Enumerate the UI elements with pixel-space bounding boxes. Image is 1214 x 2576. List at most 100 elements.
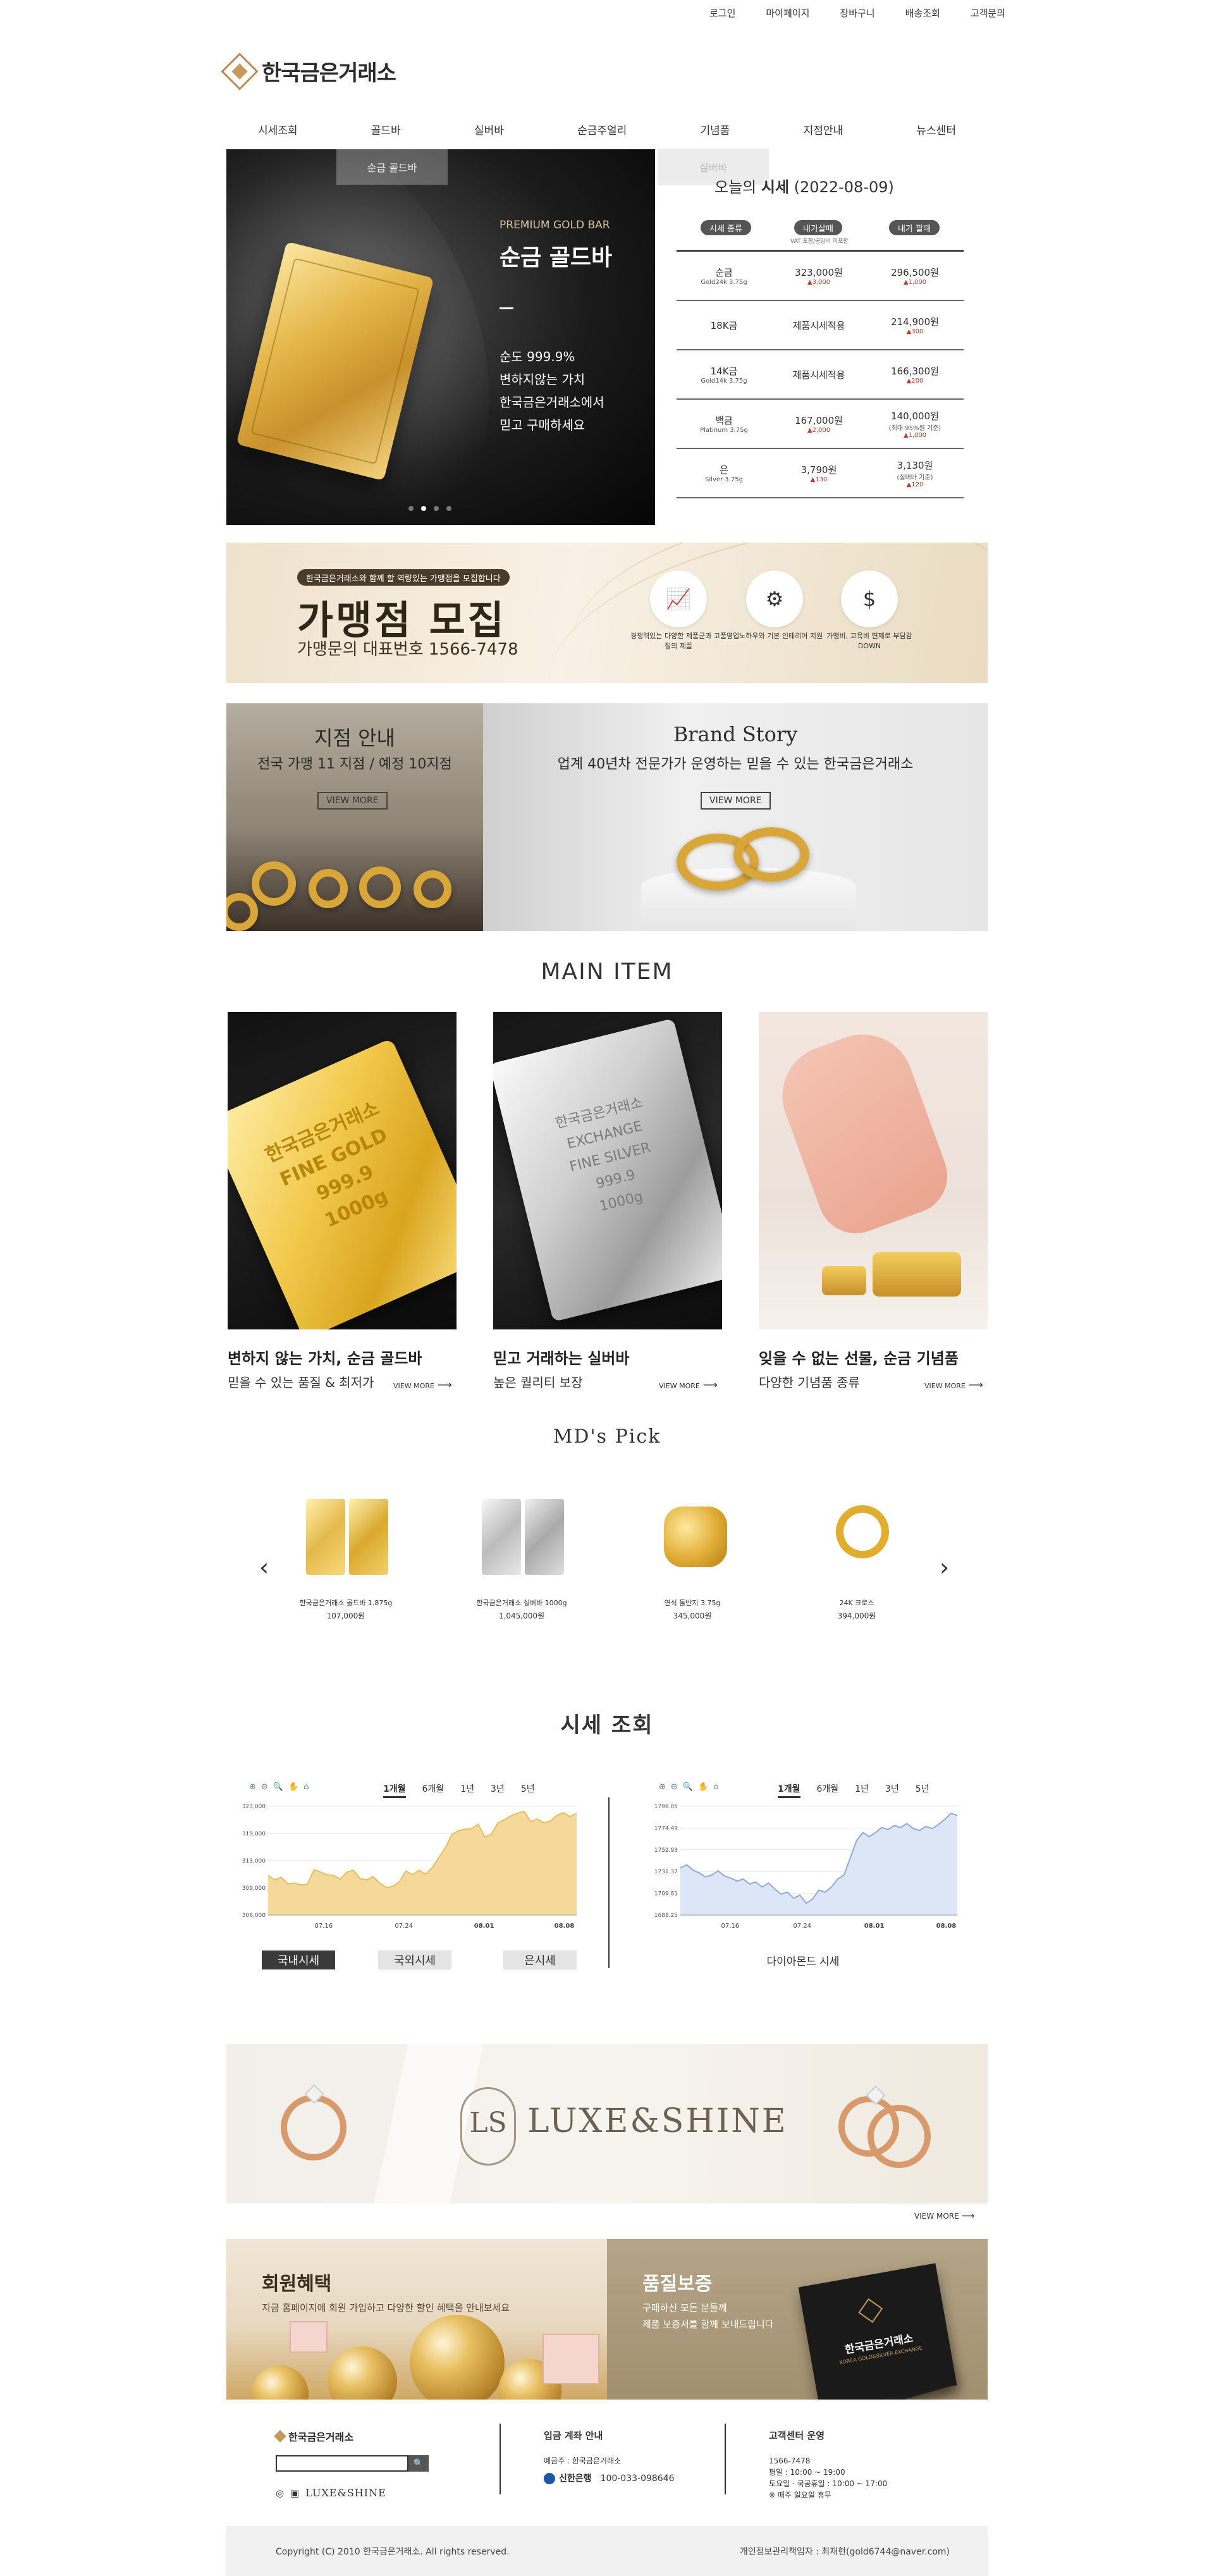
luxe-shine-banner[interactable]: LS LUXE&SHINE [226, 2044, 988, 2203]
guarantee-title: 품질보증 [642, 2273, 713, 2295]
nav-souvenir[interactable]: 기념품 [700, 121, 730, 137]
footer-social: ◎ ▣ LUXE&SHINE [276, 2487, 386, 2499]
instagram-icon[interactable]: ◎ [276, 2487, 284, 2499]
md-next-arrow[interactable]: › [940, 1553, 949, 1581]
main-item-more-2[interactable]: VIEW MORE [659, 1379, 718, 1391]
delivery-link[interactable]: 배송조회 [905, 6, 940, 20]
hero-dot[interactable] [446, 506, 451, 511]
home-icon[interactable]: ⌂ [713, 1782, 718, 1792]
footer-bottom-bar: Copyright (C) 2010 한국금은거래소. All rights r… [226, 2526, 988, 2576]
diamond-price-chart: 1796.05 1774.49 1752.93 1731.37 1709.81 1688.… [654, 1804, 958, 1930]
franchise-banner[interactable]: 한국금은거래소와 함께 할 역량있는 가맹점을 모집합니다 가맹점 모집 가맹문… [226, 543, 988, 683]
period-3y[interactable]: 3년 [491, 1782, 505, 1798]
y-tick-label: 306,000 [242, 1913, 266, 1919]
gold-ornament-image [328, 2346, 397, 2400]
price-row-18k: 18K금 제품시세적용 214,900원 ▲300 [677, 301, 964, 350]
silver-price-button[interactable]: 은시세 [503, 1950, 577, 1969]
hero-dot-active[interactable] [421, 506, 426, 511]
luxe-view-more-link[interactable]: VIEW MORE [914, 2211, 974, 2221]
zoom-in-icon[interactable]: ⊕ [659, 1782, 666, 1792]
mypage-link[interactable]: 마이페이지 [766, 6, 809, 20]
logo-diamond-icon [274, 2430, 286, 2443]
domestic-price-button[interactable]: 국내시세 [262, 1950, 335, 1969]
search-icon[interactable]: 🔍 [273, 1782, 283, 1792]
brand-view-more-button[interactable]: VIEW MORE [701, 792, 771, 810]
member-benefit-banner[interactable]: 회원혜택 지금 홈페이지에 회원 가입하고 다양한 할인 혜택을 안내보세요 [226, 2239, 607, 2400]
gold-ring-image [873, 1252, 961, 1297]
quality-guarantee-banner[interactable]: 품질보증 구매하신 모든 분들께 제품 보증서를 함께 보내드립니다 한국금은거… [607, 2239, 988, 2400]
main-item-goldbar-image[interactable]: 한국금은거래소 FINE GOLD 999.9 1000g [228, 1012, 457, 1329]
hero-title: 순금 골드바 [500, 245, 613, 271]
md-item-card[interactable]: 한국금은거래소 골드바 1.875g 107,000원 [286, 1493, 406, 1621]
period-1y[interactable]: 1년 [855, 1782, 869, 1798]
nav-silverbar[interactable]: 실버바 [474, 121, 504, 137]
main-item-sub-1: 믿을 수 있는 품질 & 최저가 [228, 1375, 374, 1390]
y-tick-label: 1709.81 [654, 1891, 678, 1897]
footer-search-input[interactable] [276, 2455, 408, 2472]
brand-story-panel[interactable]: Brand Story 업계 40년차 전문가가 운영하는 믿을 수 있는 한국… [483, 703, 988, 931]
overseas-price-button[interactable]: 국외시세 [378, 1950, 451, 1969]
store-info-panel[interactable]: 지점 안내 전국 가맹 11 지점 / 예정 10지점 VIEW MORE [226, 703, 483, 931]
hero-dot[interactable] [434, 506, 439, 511]
y-tick-label: 323,000 [242, 1804, 266, 1810]
y-tick-label: 1752.93 [654, 1847, 678, 1854]
inquiry-link[interactable]: 고객문의 [971, 6, 1005, 20]
main-item-sub-3: 다양한 기념품 종류 [759, 1375, 860, 1390]
main-item-more-1[interactable]: VIEW MORE [393, 1379, 452, 1391]
zoom-out-icon[interactable]: ⊖ [261, 1782, 268, 1792]
gift-box-image [543, 2334, 599, 2384]
hero-description: 순도 999.9% 변하지않는 가치 한국금은거래소에서 믿고 구매하세요 [500, 349, 604, 433]
pan-icon[interactable]: ✋ [288, 1782, 298, 1792]
nav-jewelry[interactable]: 순금주얼리 [577, 121, 627, 137]
footer-search-button[interactable]: 🔍 [408, 2455, 429, 2472]
zoom-in-icon[interactable]: ⊕ [249, 1782, 256, 1792]
search-icon[interactable]: 🔍 [683, 1782, 693, 1792]
md-item-card[interactable]: 연식 돌반지 3.75g 345,000원 [632, 1493, 752, 1621]
md-item-card[interactable]: 한국금은거래소 실버바 1000g 1,045,000원 [462, 1493, 582, 1621]
main-item-souvenir-image[interactable] [759, 1012, 988, 1329]
privacy-officer: 개인정보관리책임자 : 최재현(gold6744@naver.com) [739, 2547, 950, 2557]
main-item-more-3[interactable]: VIEW MORE [924, 1379, 983, 1391]
md-prev-arrow[interactable]: ‹ [259, 1553, 269, 1581]
period-1m[interactable]: 1개월 [383, 1782, 406, 1798]
main-nav: 시세조회 골드바 실버바 순금주얼리 기념품 지점안내 뉴스센터 [226, 121, 988, 137]
main-item-sub-2: 높은 퀄리티 보장 [493, 1375, 583, 1390]
pan-icon[interactable]: ✋ [698, 1782, 708, 1792]
cart-link[interactable]: 장바구니 [840, 6, 874, 20]
site-logo[interactable]: 한국금은거래소 [221, 52, 396, 90]
hero-dot[interactable] [408, 506, 414, 511]
blog-icon[interactable]: ▣ [290, 2487, 299, 2499]
price-row-14k: 14K금 Gold14k 3.75g 제품시세적용 166,300원 ▲200 [677, 350, 964, 400]
nav-price[interactable]: 시세조회 [258, 121, 298, 137]
nav-stores[interactable]: 지점안내 [804, 121, 843, 137]
md-item-card[interactable]: 24K 크로스 394,000원 [797, 1493, 917, 1621]
period-6m[interactable]: 6개월 [817, 1782, 839, 1798]
y-tick-label: 319,000 [242, 1831, 266, 1837]
home-icon[interactable]: ⌂ [304, 1782, 309, 1792]
period-5y[interactable]: 5년 [916, 1782, 929, 1798]
zoom-out-icon[interactable]: ⊖ [671, 1782, 678, 1792]
login-link[interactable]: 로그인 [709, 6, 735, 20]
period-1y[interactable]: 1년 [460, 1782, 474, 1798]
period-6m[interactable]: 6개월 [422, 1782, 445, 1798]
hero-banner[interactable]: PREMIUM GOLD BAR 순금 골드바 순도 999.9% 변하지않는 … [226, 149, 655, 525]
period-3y[interactable]: 3년 [885, 1782, 899, 1798]
cs-title: 고객센터 운영 [769, 2430, 825, 2441]
luxe-emblem-logo: LS [460, 2087, 516, 2166]
area-fill [680, 1813, 957, 1915]
nav-goldbar[interactable]: 골드바 [371, 121, 401, 137]
gear-icon: ⚙ [746, 570, 803, 627]
period-5y[interactable]: 5년 [521, 1782, 535, 1798]
period-1m[interactable]: 1개월 [778, 1782, 800, 1798]
hero-tab-goldbar[interactable]: 순금 골드바 [336, 149, 448, 185]
store-view-more-button[interactable]: VIEW MORE [317, 792, 388, 810]
chart-toolbar-right: ⊕ ⊖ 🔍 ✋ ⌂ [659, 1782, 718, 1792]
nav-news[interactable]: 뉴스센터 [916, 121, 956, 137]
footer-logo[interactable]: 한국금은거래소 [274, 2429, 353, 2444]
x-tick-label: 08.08 [555, 1923, 575, 1930]
x-tick-label: 07.16 [721, 1923, 740, 1930]
main-item-silverbar-image[interactable]: 한국금은거래소 EXCHANGE FINE SILVER 999.9 1000g [493, 1012, 722, 1329]
chart-toolbar-left: ⊕ ⊖ 🔍 ✋ ⌂ [249, 1782, 309, 1792]
y-tick-label: 1731.37 [654, 1869, 678, 1875]
price-row-gold: 순금 Gold24k 3.75g 323,000원 ▲3,000 296,500원 ▲… [677, 252, 964, 301]
